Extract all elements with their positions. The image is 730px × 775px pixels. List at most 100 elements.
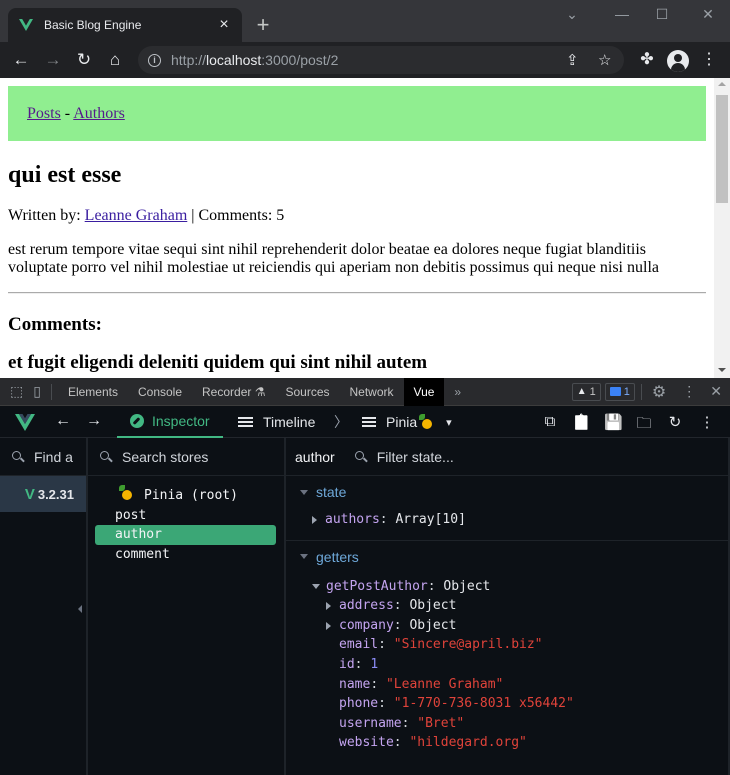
getters-section-toggle[interactable]: getters: [286, 549, 730, 565]
dropdown-caret-icon[interactable]: ▾: [446, 416, 452, 429]
save-icon[interactable]: 💾: [604, 413, 623, 431]
settings-gear-icon[interactable]: ⚙: [652, 382, 666, 402]
home-button[interactable]: ⌂: [104, 49, 126, 71]
share-icon[interactable]: ⇪: [566, 51, 579, 69]
tab-inspector[interactable]: Inspector: [117, 406, 223, 438]
copy-icon[interactable]: ⧉: [541, 413, 559, 430]
devtools-tab-console[interactable]: Console: [128, 378, 192, 406]
vue-logo-icon: [15, 414, 35, 431]
more-tabs-button[interactable]: »: [444, 378, 471, 406]
extensions-icon[interactable]: ✤: [636, 49, 658, 69]
state-header: author Filter state...: [286, 438, 730, 476]
close-window-button[interactable]: ✕: [698, 6, 718, 23]
devtools-tab-vue[interactable]: Vue: [403, 377, 445, 406]
find-app-search[interactable]: Find a: [0, 438, 86, 476]
apps-pane: Find a V 3.2.31: [0, 438, 88, 775]
bookmark-star-icon[interactable]: ☆: [598, 51, 611, 69]
devtools-tab-recorder[interactable]: Recorder ⚗: [192, 378, 275, 406]
devtools-tab-sources[interactable]: Sources: [275, 378, 339, 406]
devtools-tab-bar: ⬚ ▯ Elements Console Recorder ⚗ Sources …: [0, 377, 730, 406]
refresh-icon[interactable]: ↻: [666, 413, 684, 431]
getter-child-company[interactable]: company: Object: [286, 616, 730, 636]
minimize-button[interactable]: —: [612, 6, 632, 22]
store-item-root[interactable]: Pinia (root): [95, 485, 276, 506]
pinia-pineapple-icon: [419, 414, 433, 429]
app-item[interactable]: V 3.2.31: [0, 476, 86, 512]
getter-child-id[interactable]: id: 1: [286, 655, 730, 675]
separator: [50, 383, 52, 400]
scroll-up-arrow-icon[interactable]: [718, 82, 726, 86]
nav-link-posts[interactable]: Posts: [27, 105, 61, 122]
search-stores-placeholder: Search stores: [122, 448, 209, 465]
post-meta: Written by: Leanne Graham | Comments: 5: [8, 207, 284, 225]
browser-toolbar: ← → ↻ ⌂ i http://localhost:3000/post/2 ⇪…: [0, 42, 730, 78]
expanded-caret-icon: [312, 583, 320, 589]
getter-child-email[interactable]: email: "Sincere@april.biz": [286, 635, 730, 655]
back-button[interactable]: ←: [10, 49, 32, 71]
timeline-icon: [238, 416, 253, 428]
devtools-tab-elements[interactable]: Elements: [58, 378, 128, 406]
devtools-panel: ⬚ ▯ Elements Console Recorder ⚗ Sources …: [0, 377, 730, 775]
profile-avatar[interactable]: [667, 50, 689, 72]
browser-menu-icon[interactable]: ⋮: [698, 49, 720, 69]
vue-menu-icon[interactable]: ⋮: [698, 413, 716, 431]
site-info-icon[interactable]: i: [148, 53, 161, 67]
inspect-element-icon[interactable]: ⬚: [10, 383, 23, 400]
getter-child-username[interactable]: username: "Bret": [286, 714, 730, 734]
post-title: qui est esse: [8, 162, 122, 188]
maximize-button[interactable]: ☐: [652, 6, 672, 23]
store-item-author[interactable]: author: [95, 525, 276, 545]
tab-search-icon[interactable]: ⌄: [562, 6, 582, 23]
page-scrollbar[interactable]: [714, 78, 730, 378]
close-devtools-icon[interactable]: ✕: [710, 383, 722, 400]
app-version: 3.2.31: [37, 486, 74, 502]
tab-strip: Basic Blog Engine × + ⌄ — ☐ ✕: [0, 0, 730, 42]
store-item-post[interactable]: post: [95, 506, 276, 526]
getter-child-website[interactable]: website: "hildegard.org": [286, 733, 730, 753]
getter-entry-getPostAuthor[interactable]: getPostAuthor: Object: [286, 577, 730, 597]
devtools-menu-icon[interactable]: ⋮: [682, 383, 696, 400]
scroll-down-arrow-icon[interactable]: [718, 368, 726, 372]
back-arrow-icon[interactable]: ←: [55, 412, 71, 430]
getter-child-address[interactable]: address: Object: [286, 596, 730, 616]
new-tab-button[interactable]: +: [252, 14, 274, 36]
pinia-inspector-select[interactable]: Pinia ▾: [362, 406, 452, 438]
page-viewport: Posts - Authors qui est esse Written by:…: [0, 78, 730, 378]
expanded-caret-icon: [300, 554, 308, 560]
search-icon: [354, 450, 367, 463]
forward-button[interactable]: →: [42, 49, 64, 71]
clipboard-icon[interactable]: 📋: [572, 413, 591, 431]
nav-link-authors[interactable]: Authors: [73, 105, 125, 122]
warning-icon: ▲: [576, 385, 587, 397]
list-icon: [362, 416, 376, 428]
author-link[interactable]: Leanne Graham: [85, 207, 188, 224]
state-section-toggle[interactable]: state: [286, 484, 730, 500]
getters-section: getters getPostAuthor: Object address: O…: [286, 541, 730, 761]
store-item-comment[interactable]: comment: [95, 545, 276, 565]
scroll-thumb[interactable]: [716, 95, 728, 203]
vue-logo-icon: [19, 19, 33, 31]
device-toolbar-icon[interactable]: ▯: [33, 383, 41, 400]
messages-badge[interactable]: 1: [604, 382, 635, 401]
state-entry-authors[interactable]: authors: Array[10]: [286, 510, 730, 530]
tab-timeline[interactable]: Timeline: [238, 406, 315, 438]
warnings-badge[interactable]: ▲ 1: [571, 382, 601, 401]
getter-child-name[interactable]: name: "Leanne Graham": [286, 675, 730, 695]
folder-icon[interactable]: 🗀: [635, 413, 653, 438]
tab-title: Basic Blog Engine: [44, 18, 142, 32]
address-bar[interactable]: i http://localhost:3000/post/2 ⇪ ☆: [138, 46, 624, 74]
close-tab-icon[interactable]: ×: [216, 17, 232, 33]
getter-child-phone[interactable]: phone: "1-770-736-8031 x56442": [286, 694, 730, 714]
pinia-pineapple-icon: [119, 485, 132, 500]
search-stores-input[interactable]: Search stores: [88, 438, 284, 476]
comment-title: et fugit eligendi deleniti quidem qui si…: [8, 352, 428, 373]
url-text[interactable]: http://localhost:3000/post/2: [171, 52, 338, 68]
post-body: est rerum tempore vitae sequi sint nihil…: [8, 241, 659, 276]
forward-arrow-icon[interactable]: →: [86, 412, 102, 430]
collapse-pane-icon[interactable]: [78, 605, 82, 613]
filter-state-input[interactable]: Filter state...: [377, 449, 454, 465]
devtools-tab-network[interactable]: Network: [340, 378, 404, 406]
site-navbar: Posts - Authors: [8, 86, 706, 141]
reload-button[interactable]: ↻: [73, 49, 95, 71]
browser-tab[interactable]: Basic Blog Engine ×: [8, 8, 242, 42]
